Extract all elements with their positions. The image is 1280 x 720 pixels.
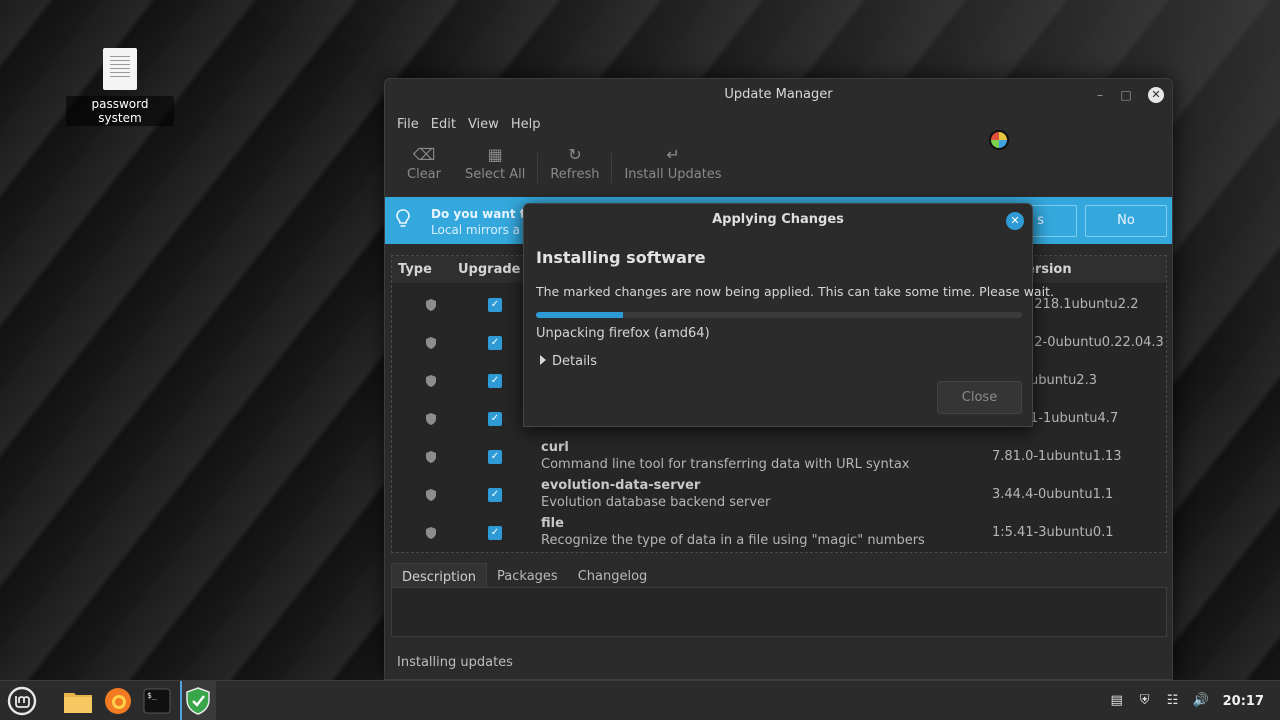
applying-changes-dialog: Applying Changes ✕ Installing software T…: [523, 203, 1054, 427]
clock[interactable]: 20:17: [1223, 694, 1264, 709]
menu-edit[interactable]: Edit: [425, 115, 462, 134]
shield-icon: [426, 413, 436, 425]
upgrade-checkbox[interactable]: ✓: [488, 488, 502, 502]
dialog-message: The marked changes are now being applied…: [536, 284, 1054, 299]
package-version: 12-0ubuntu0.22.04.3: [1026, 335, 1164, 350]
package-version: 1:5.41-3ubuntu0.1: [992, 525, 1114, 540]
dialog-status: Unpacking firefox (amd64): [536, 326, 710, 341]
description-pane: [391, 587, 1167, 637]
package-name: evolution-data-server: [541, 478, 701, 493]
select-all-button[interactable]: ▦ Select All: [453, 145, 537, 182]
dialog-titlebar[interactable]: Applying Changes ✕: [524, 204, 1032, 236]
upgrade-checkbox[interactable]: ✓: [488, 526, 502, 540]
volume-icon[interactable]: 🔊: [1193, 693, 1209, 709]
package-description: Recognize the type of data in a file usi…: [541, 533, 925, 548]
shield-icon: [426, 489, 436, 501]
package-version: 1-1ubuntu4.7: [1030, 411, 1119, 426]
desktop-icon-label: password system: [66, 96, 174, 126]
maximize-button[interactable]: □: [1118, 87, 1134, 103]
refresh-label: Refresh: [550, 167, 600, 182]
upgrade-checkbox[interactable]: ✓: [488, 298, 502, 312]
network-icon[interactable]: ☷: [1165, 693, 1181, 709]
minimize-button[interactable]: –: [1092, 87, 1108, 103]
package-version: ubuntu2.3: [1030, 373, 1097, 388]
package-name: curl: [541, 440, 569, 455]
menu-help[interactable]: Help: [505, 115, 547, 134]
expander-arrow-icon: [540, 355, 546, 365]
firefox-icon[interactable]: [102, 685, 134, 717]
taskbar: $_ ▤ ⛨ ☷ 🔊 20:17: [0, 680, 1280, 720]
shield-icon: [426, 527, 436, 539]
install-updates-button[interactable]: ↵ Install Updates: [612, 145, 733, 182]
select-all-icon: ▦: [487, 145, 503, 164]
package-name: file: [541, 516, 564, 531]
mint-menu-icon[interactable]: [6, 685, 38, 717]
infobar-title: Do you want to: [431, 207, 534, 221]
shield-tray-icon[interactable]: ⛨: [1137, 693, 1153, 709]
update-manager-icon[interactable]: [182, 685, 214, 717]
window-close-button[interactable]: ✕: [1148, 87, 1164, 103]
install-progress-bar: [536, 312, 1022, 318]
shield-icon: [426, 375, 436, 387]
table-row[interactable]: ✓ evolution-data-server Evolution databa…: [392, 476, 1166, 514]
upgrade-checkbox[interactable]: ✓: [488, 450, 502, 464]
install-updates-label: Install Updates: [624, 167, 722, 182]
toolbar: ⌫ Clear ▦ Select All ↻ Refresh ↵ Install…: [395, 145, 734, 183]
clear-label: Clear: [407, 167, 441, 182]
menubar: File Edit View Help: [391, 115, 546, 134]
menu-view[interactable]: View: [462, 115, 505, 134]
shield-icon: [426, 299, 436, 311]
dialog-title: Applying Changes: [712, 212, 844, 227]
package-description: Evolution database backend server: [541, 495, 771, 510]
window-title: Update Manager: [724, 87, 833, 102]
package-description: Command line tool for transferring data …: [541, 457, 910, 472]
infobar-subtitle: Local mirrors a: [431, 223, 521, 237]
window-titlebar[interactable]: Update Manager – □ ✕: [385, 79, 1172, 111]
package-version: 7.81.0-1ubuntu1.13: [992, 449, 1122, 464]
menu-file[interactable]: File: [391, 115, 425, 134]
shield-icon: [426, 451, 436, 463]
system-tray: ▤ ⛨ ☷ 🔊 20:17: [1103, 681, 1280, 720]
upgrade-checkbox[interactable]: ✓: [488, 374, 502, 388]
clear-button[interactable]: ⌫ Clear: [395, 145, 453, 182]
details-expander[interactable]: Details: [540, 354, 597, 369]
progress-fill: [536, 312, 624, 318]
dialog-heading: Installing software: [536, 248, 706, 267]
column-header-upgrade[interactable]: Upgrade: [458, 262, 520, 277]
terminal-icon[interactable]: $_: [141, 685, 173, 717]
upgrade-checkbox[interactable]: ✓: [488, 412, 502, 426]
backspace-icon: ⌫: [412, 145, 436, 164]
document-icon: [103, 48, 137, 90]
svg-text:$_: $_: [147, 691, 157, 700]
package-version: 3.44.4-0ubuntu1.1: [992, 487, 1114, 502]
details-label: Details: [552, 354, 598, 369]
package-version: 1218.1ubuntu2.2: [1026, 297, 1139, 312]
select-all-label: Select All: [465, 167, 526, 182]
files-icon[interactable]: [62, 685, 94, 717]
dialog-close-button[interactable]: Close: [937, 381, 1022, 414]
clipboard-icon[interactable]: ▤: [1109, 693, 1125, 709]
refresh-icon: ↻: [568, 145, 582, 164]
table-row[interactable]: ✓ file Recognize the type of data in a f…: [392, 514, 1166, 552]
refresh-button[interactable]: ↻ Refresh: [538, 145, 611, 182]
status-text: Installing updates: [397, 655, 513, 670]
dialog-close-icon[interactable]: ✕: [1006, 212, 1024, 230]
table-row[interactable]: ✓ curl Command line tool for transferrin…: [392, 438, 1166, 476]
column-header-type[interactable]: Type: [398, 262, 432, 277]
desktop-file-password-system[interactable]: password system: [66, 48, 174, 126]
return-icon: ↵: [666, 145, 680, 164]
infobar-no-button[interactable]: No: [1085, 205, 1167, 237]
busy-cursor-icon: [989, 130, 1009, 150]
lightbulb-icon: [396, 209, 410, 227]
upgrade-checkbox[interactable]: ✓: [488, 336, 502, 350]
shield-icon: [426, 337, 436, 349]
